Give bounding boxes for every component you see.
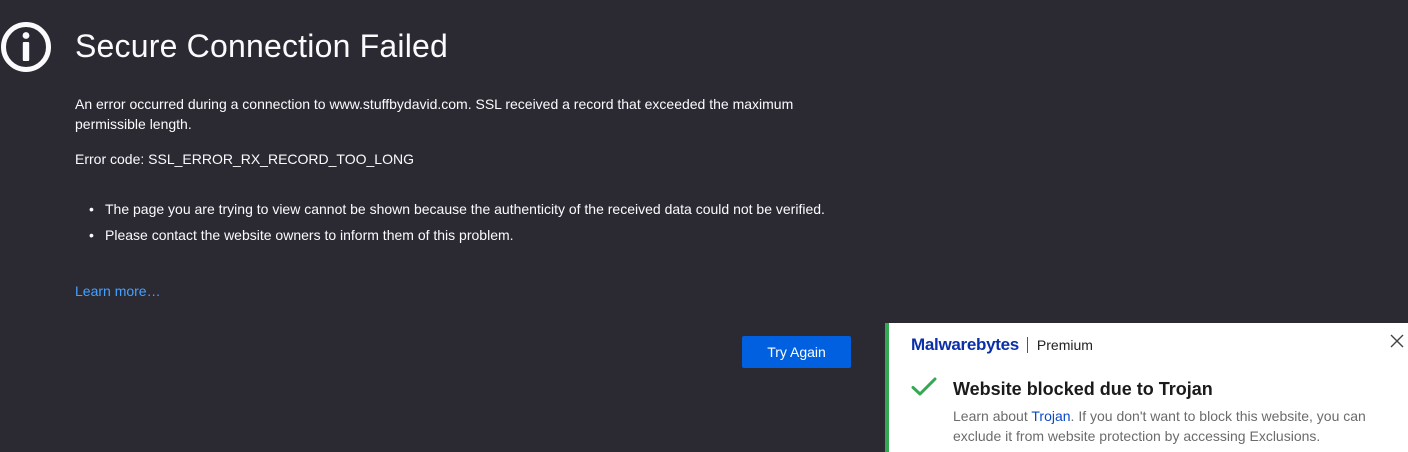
error-code-line: Error code: SSL_ERROR_RX_RECORD_TOO_LONG bbox=[75, 149, 414, 169]
trojan-link[interactable]: Trojan bbox=[1031, 408, 1070, 424]
toast-message-prefix: Learn about bbox=[953, 408, 1032, 424]
try-again-button[interactable]: Try Again bbox=[742, 336, 851, 368]
info-icon bbox=[1, 22, 51, 72]
product-tier: Premium bbox=[1036, 337, 1093, 353]
list-item-text: Please contact the website owners to inf… bbox=[105, 227, 514, 243]
toast-title: Website blocked due to Trojan bbox=[953, 379, 1213, 399]
close-icon[interactable] bbox=[1388, 332, 1406, 350]
bullet-icon: • bbox=[89, 201, 94, 217]
malwarebytes-notification: Malwarebytes Premium Website blocked due… bbox=[885, 323, 1408, 452]
bullet-icon: • bbox=[89, 227, 94, 243]
header-divider bbox=[1026, 337, 1028, 353]
error-description: An error occurred during a connection to… bbox=[75, 96, 794, 132]
checkmark-icon bbox=[911, 377, 937, 396]
toast-header: Malwarebytes Premium bbox=[911, 333, 1093, 357]
list-item-text: The page you are trying to view cannot b… bbox=[105, 201, 825, 217]
toast-message: Learn about Trojan. If you don't want to… bbox=[953, 406, 1393, 446]
error-code-label: Error code: bbox=[75, 151, 149, 167]
page-title: Secure Connection Failed bbox=[75, 28, 449, 64]
malwarebytes-logo: Malwarebytes bbox=[911, 335, 1019, 354]
error-code-value: SSL_ERROR_RX_RECORD_TOO_LONG bbox=[148, 151, 414, 167]
error-details-list: • The page you are trying to view cannot … bbox=[75, 199, 865, 251]
list-item: • Please contact the website owners to in… bbox=[89, 225, 865, 245]
list-item: • The page you are trying to view cannot … bbox=[89, 199, 865, 219]
learn-more-link[interactable]: Learn more… bbox=[75, 281, 161, 301]
